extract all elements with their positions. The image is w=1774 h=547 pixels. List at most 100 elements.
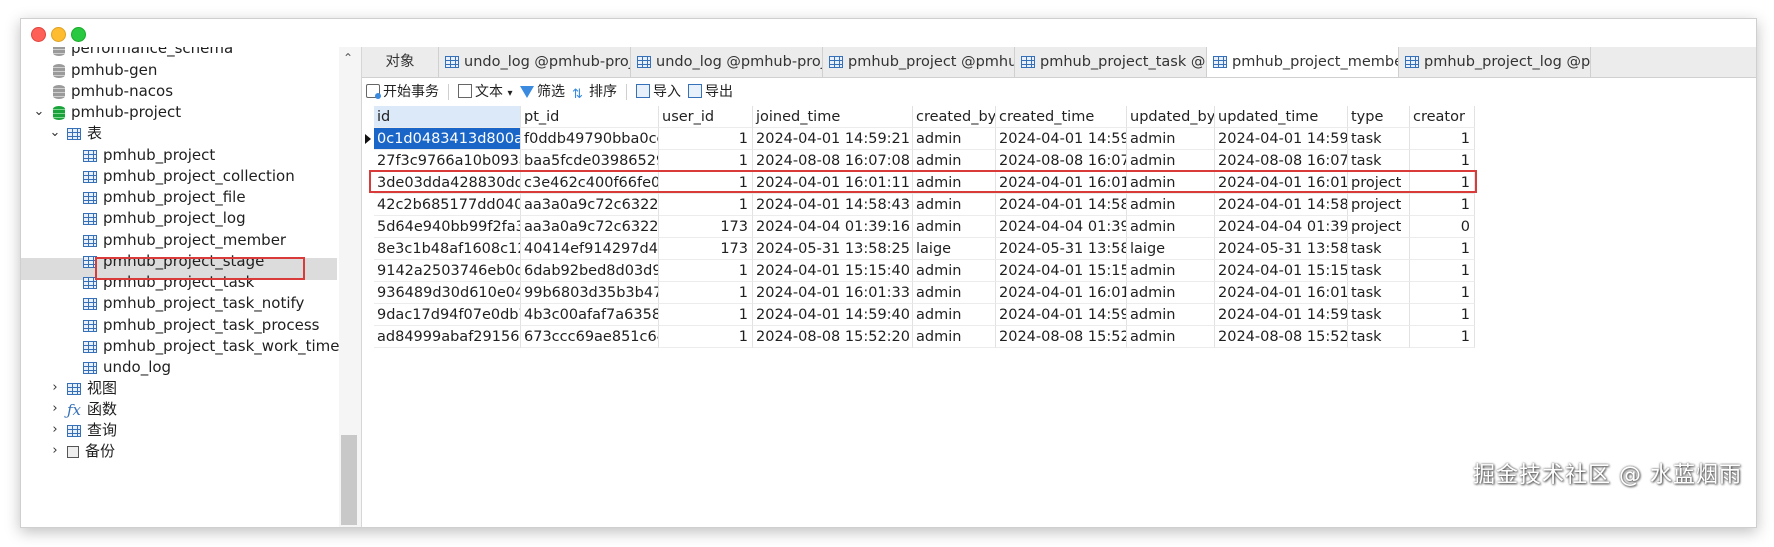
table-cell-created-by[interactable]: admin	[913, 172, 996, 194]
tree-db-pmhub-nacos[interactable]: pmhub-nacos	[53, 80, 173, 102]
table-cell-joined-time[interactable]: 2024-04-01 14:59:40	[753, 304, 913, 326]
tree-db-pmhub-project[interactable]: pmhub-project	[53, 101, 181, 123]
table-cell-pt-id[interactable]: aa3a0a9c72c6322d89	[521, 216, 659, 238]
table-cell-id[interactable]: 936489d30d610e048c	[374, 282, 521, 304]
table-cell-user-id[interactable]: 1	[659, 326, 753, 348]
table-cell-creator[interactable]: 1	[1410, 150, 1475, 172]
table-cell-id[interactable]: 3de03dda428830dde4	[374, 172, 521, 194]
tree-folder-tables[interactable]: 表	[67, 122, 102, 144]
table-cell-updated-time[interactable]: 2024-04-04 01:39:16	[1215, 216, 1348, 238]
table-cell-created-by[interactable]: admin	[913, 128, 996, 150]
table-cell-user-id[interactable]: 1	[659, 260, 753, 282]
table-cell-created-by[interactable]: laige	[913, 238, 996, 260]
tab-pmhub-project[interactable]: pmhub_project @pmhu...	[823, 47, 1015, 77]
table-cell-pt-id[interactable]: 6dab92bed8d03d904	[521, 260, 659, 282]
column-header-created-time[interactable]: created_time	[996, 106, 1127, 128]
tree-folder-functions[interactable]: ƒx 函数	[67, 398, 117, 420]
table-cell-updated-time[interactable]: 2024-04-01 16:01:33	[1215, 282, 1348, 304]
table-cell-created-time[interactable]: 2024-08-08 15:52:20	[996, 326, 1127, 348]
column-header-user-id[interactable]: user_id	[659, 106, 753, 128]
table-cell-joined-time[interactable]: 2024-04-01 15:15:40	[753, 260, 913, 282]
table-cell-pt-id[interactable]: 99b6803d35b3b4745	[521, 282, 659, 304]
table-cell-creator[interactable]: 1	[1410, 128, 1475, 150]
column-header-joined-time[interactable]: joined_time	[753, 106, 913, 128]
table-cell-pt-id[interactable]: 4b3c00afaf7a6358b2	[521, 304, 659, 326]
table-cell-user-id[interactable]: 1	[659, 128, 753, 150]
table-cell-updated-time[interactable]: 2024-08-08 15:52:20	[1215, 326, 1348, 348]
table-cell-pt-id[interactable]: 673ccc69ae851c64ec	[521, 326, 659, 348]
table-cell-created-time[interactable]: 2024-04-01 16:01:33	[996, 282, 1127, 304]
table-cell-updated-by[interactable]: admin	[1127, 216, 1215, 238]
table-cell-user-id[interactable]: 1	[659, 172, 753, 194]
table-cell-updated-time[interactable]: 2024-04-01 14:59:21	[1215, 128, 1348, 150]
table-cell-creator[interactable]: 1	[1410, 172, 1475, 194]
table-cell-type[interactable]: task	[1348, 282, 1410, 304]
table-cell-id[interactable]: ad84999abaf29156674	[374, 326, 521, 348]
table-cell-type[interactable]: task	[1348, 326, 1410, 348]
tab-pmhub-project-log[interactable]: pmhub_project_log @p...	[1399, 47, 1591, 77]
table-cell-updated-by[interactable]: admin	[1127, 260, 1215, 282]
tree-folder-backups[interactable]: 备份	[67, 440, 115, 462]
table-cell-joined-time[interactable]: 2024-05-31 13:58:25	[753, 238, 913, 260]
import-button[interactable]: 导入	[636, 82, 681, 102]
table-cell-type[interactable]: task	[1348, 238, 1410, 260]
table-cell-type[interactable]: task	[1348, 128, 1410, 150]
table-cell-creator[interactable]: 1	[1410, 238, 1475, 260]
table-cell-created-time[interactable]: 2024-04-01 14:58:43	[996, 194, 1127, 216]
table-cell-type[interactable]: task	[1348, 150, 1410, 172]
tree-table-undo-log[interactable]: undo_log	[83, 356, 171, 378]
column-header-type[interactable]: type	[1348, 106, 1410, 128]
table-cell-id[interactable]: 27f3c9766a10b093aea	[374, 150, 521, 172]
table-cell-type[interactable]: project	[1348, 194, 1410, 216]
table-cell-joined-time[interactable]: 2024-08-08 15:52:20	[753, 326, 913, 348]
tab-pmhub-project-member[interactable]: pmhub_project_membe...	[1207, 47, 1399, 77]
chevron-down-icon[interactable]: ⌄	[33, 101, 45, 123]
export-button[interactable]: 导出	[688, 82, 733, 102]
minimize-window-button[interactable]	[51, 27, 66, 42]
table-cell-user-id[interactable]: 1	[659, 282, 753, 304]
table-cell-user-id[interactable]: 1	[659, 194, 753, 216]
table-cell-type[interactable]: task	[1348, 304, 1410, 326]
table-cell-created-time[interactable]: 2024-04-01 15:15:40	[996, 260, 1127, 282]
table-cell-user-id[interactable]: 173	[659, 238, 753, 260]
table-cell-created-by[interactable]: admin	[913, 260, 996, 282]
table-cell-created-by[interactable]: admin	[913, 304, 996, 326]
chevron-down-icon[interactable]: ⌄	[49, 122, 61, 144]
table-cell-created-by[interactable]: admin	[913, 282, 996, 304]
table-cell-joined-time[interactable]: 2024-04-04 01:39:16	[753, 216, 913, 238]
column-header-updated-by[interactable]: updated_by	[1127, 106, 1215, 128]
column-header-creator[interactable]: creator	[1410, 106, 1475, 128]
table-cell-id[interactable]: 0c1d0483413d800a97	[374, 128, 521, 150]
tree-folder-queries[interactable]: 查询	[67, 419, 117, 441]
tree-db-pmhub-gen[interactable]: pmhub-gen	[53, 59, 157, 81]
table-cell-updated-time[interactable]: 2024-04-01 16:01:11	[1215, 172, 1348, 194]
table-cell-updated-time[interactable]: 2024-04-01 15:15:40	[1215, 260, 1348, 282]
table-cell-type[interactable]: task	[1348, 260, 1410, 282]
chevron-right-icon[interactable]: ›	[49, 419, 61, 441]
table-cell-user-id[interactable]: 173	[659, 216, 753, 238]
table-cell-created-by[interactable]: admin	[913, 216, 996, 238]
table-cell-type[interactable]: project	[1348, 172, 1410, 194]
table-cell-created-by[interactable]: admin	[913, 150, 996, 172]
table-cell-created-time[interactable]: 2024-04-01 14:59:21	[996, 128, 1127, 150]
tree-table-pmhub-project[interactable]: pmhub_project	[83, 144, 215, 166]
table-cell-id[interactable]: 42c2b685177dd04058	[374, 194, 521, 216]
table-cell-creator[interactable]: 0	[1410, 216, 1475, 238]
table-cell-pt-id[interactable]: f0ddb49790bba0cc58	[521, 128, 659, 150]
tree-table-pmhub-project-task-work-time[interactable]: pmhub_project_task_work_time	[83, 335, 340, 357]
table-cell-pt-id[interactable]: c3e462c400f66fe0b6	[521, 172, 659, 194]
column-header-id[interactable]: id	[374, 106, 521, 128]
tree-table-pmhub-project-collection[interactable]: pmhub_project_collection	[83, 165, 295, 187]
table-cell-updated-by[interactable]: admin	[1127, 150, 1215, 172]
table-cell-created-by[interactable]: admin	[913, 194, 996, 216]
table-cell-created-time[interactable]: 2024-04-01 14:59:40	[996, 304, 1127, 326]
table-cell-updated-by[interactable]: laige	[1127, 238, 1215, 260]
column-header-updated-time[interactable]: updated_time	[1215, 106, 1348, 128]
table-cell-updated-by[interactable]: admin	[1127, 326, 1215, 348]
tree-table-pmhub-project-task-process[interactable]: pmhub_project_task_process	[83, 314, 319, 336]
table-cell-user-id[interactable]: 1	[659, 304, 753, 326]
filter-button[interactable]: 筛选	[520, 82, 565, 102]
table-cell-creator[interactable]: 1	[1410, 304, 1475, 326]
table-cell-joined-time[interactable]: 2024-04-01 14:59:21	[753, 128, 913, 150]
table-cell-updated-by[interactable]: admin	[1127, 282, 1215, 304]
